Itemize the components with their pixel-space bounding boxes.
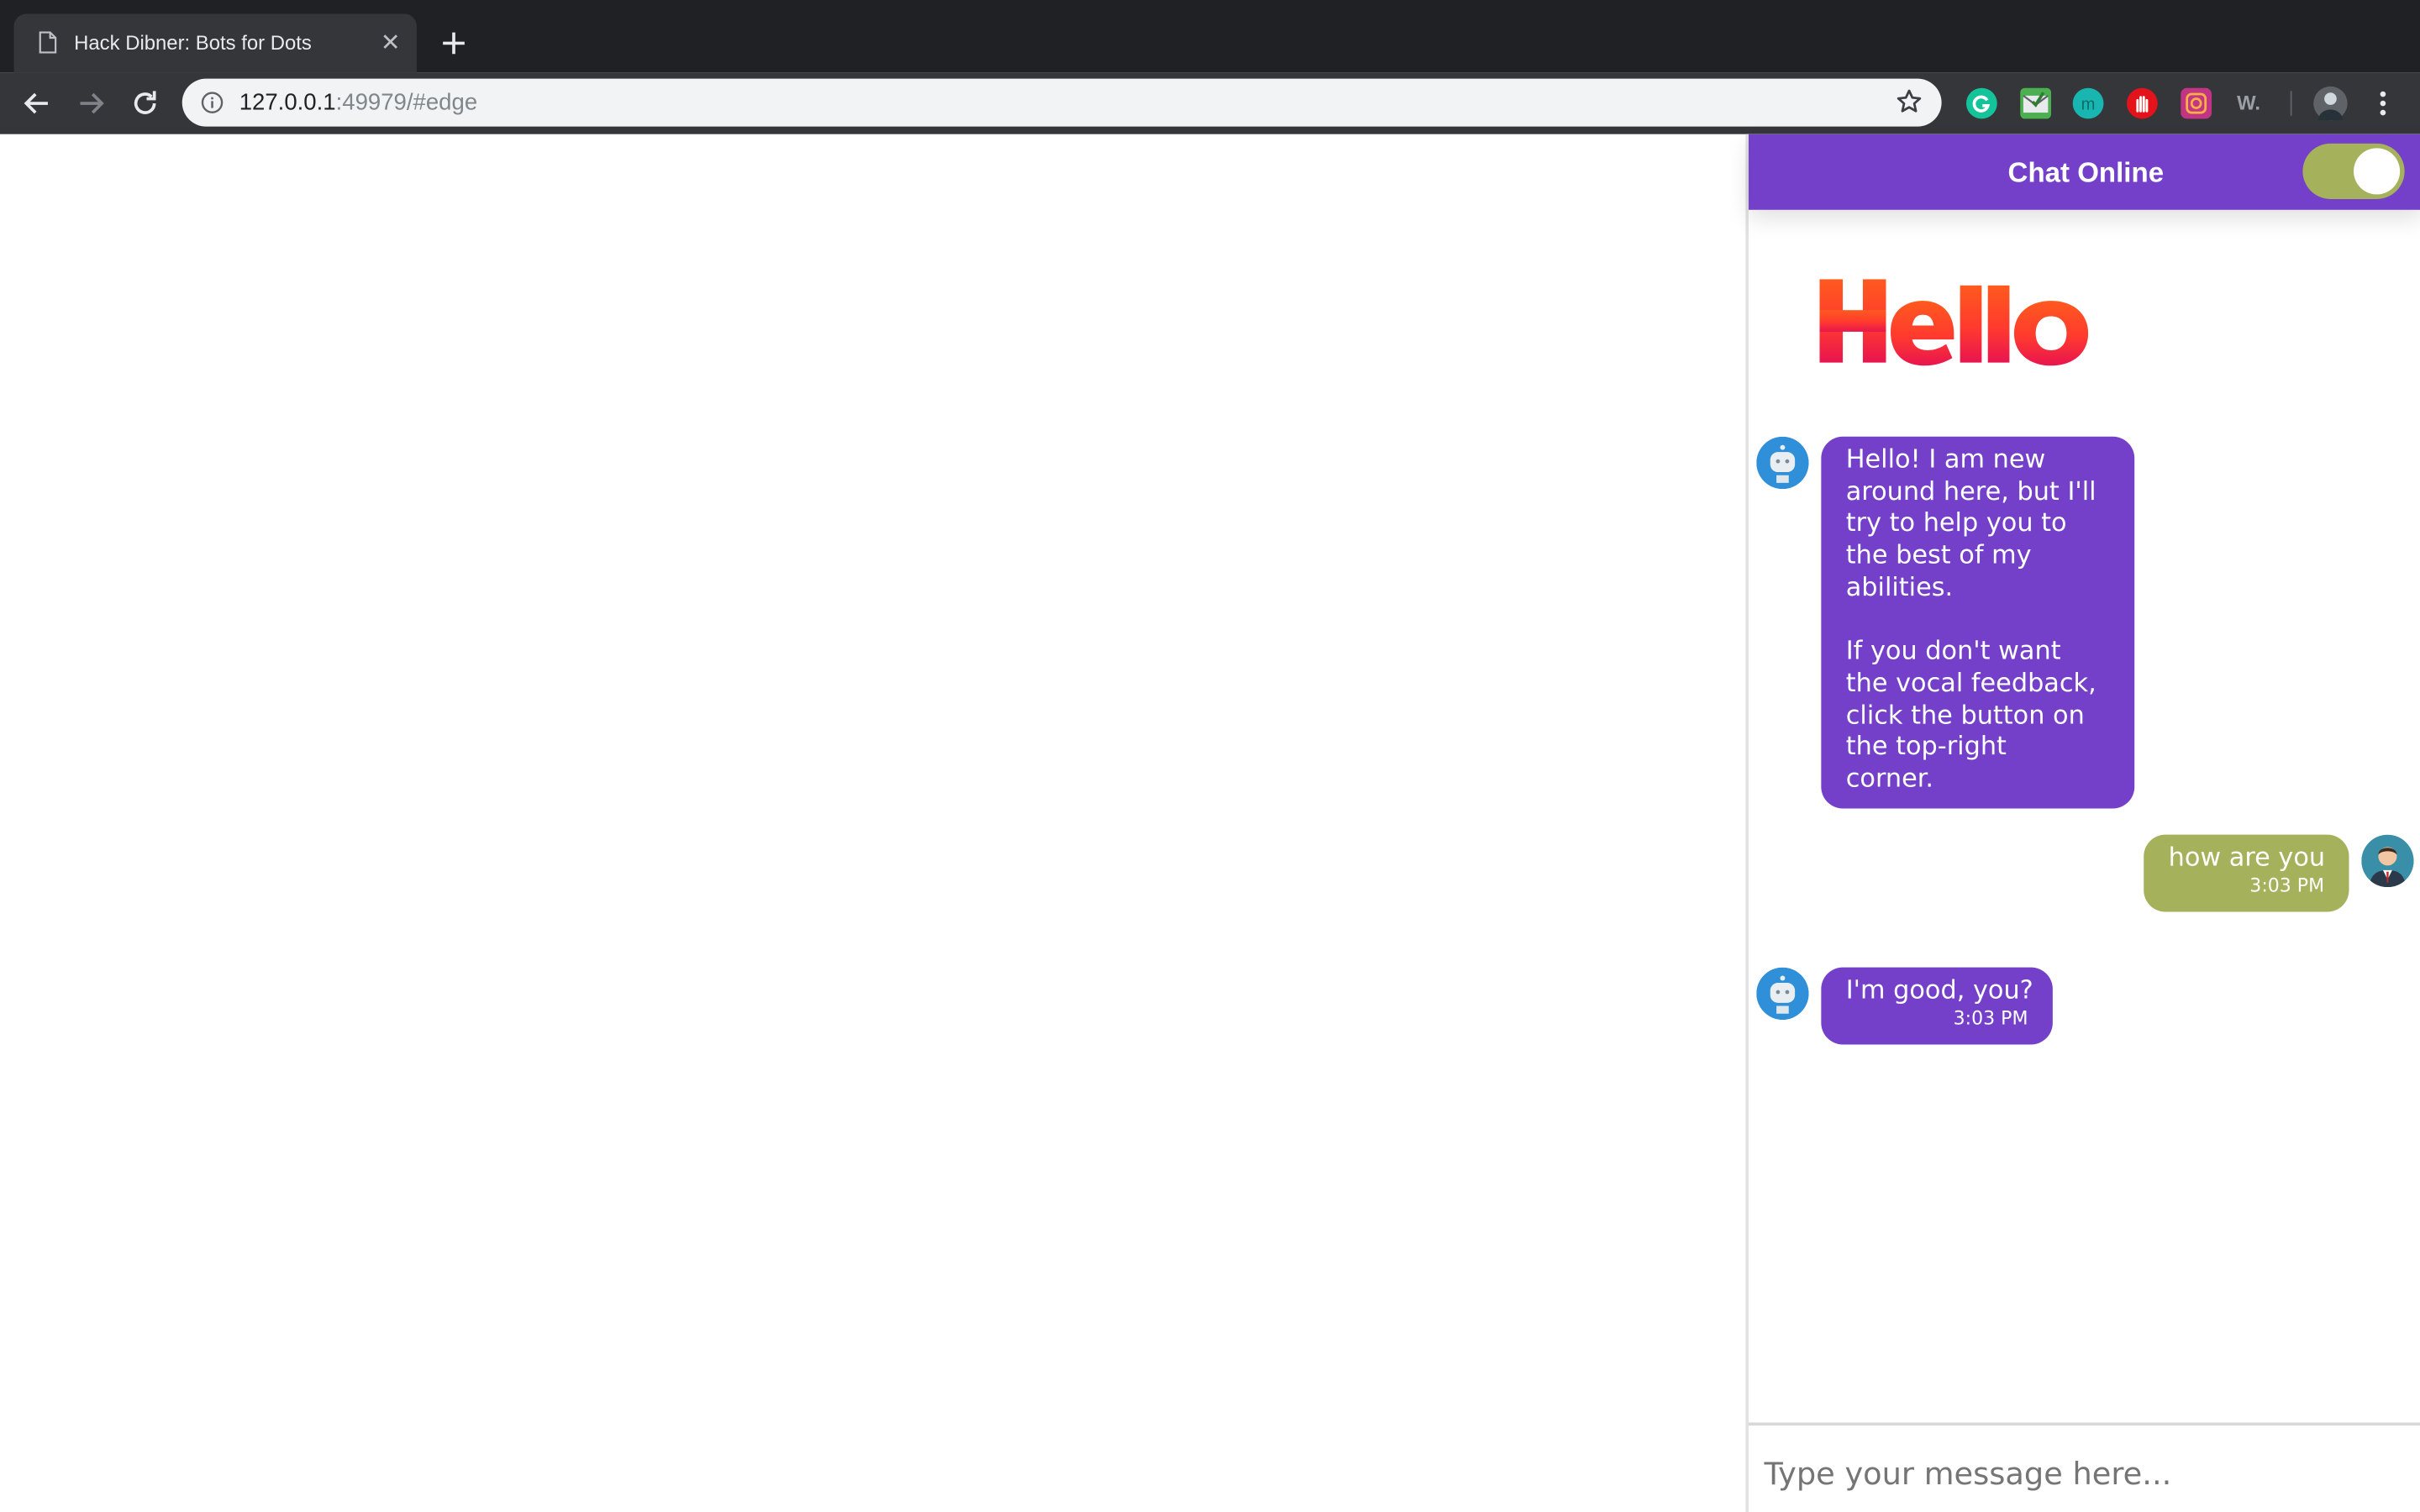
mail-extension-icon[interactable]	[2020, 87, 2052, 119]
bot-avatar-icon	[1756, 967, 1809, 1021]
message-timestamp: 3:03 PM	[2249, 874, 2325, 896]
message-text: I'm good, you?	[1845, 974, 2033, 1005]
address-bar[interactable]: 127.0.0.1:49979/#edge	[182, 78, 1942, 127]
voice-feedback-toggle[interactable]	[2302, 143, 2405, 199]
hand-extension-icon[interactable]	[2127, 87, 2158, 119]
back-arrow-icon[interactable]	[20, 87, 54, 120]
user-avatar-icon	[2361, 834, 2414, 888]
toolbar-divider	[2290, 91, 2292, 116]
message-line	[1846, 604, 2110, 636]
instagram-extension-icon[interactable]	[2181, 87, 2212, 119]
message-line: click the button on	[1845, 700, 2085, 730]
bot-avatar-icon	[1756, 436, 1809, 490]
message-line: the best of my	[1845, 540, 2032, 570]
svg-text:W.: W.	[2237, 92, 2260, 114]
bot-message-bubble: I'm good, you? 3:03 PM	[1821, 967, 2053, 1045]
message-line: If you don't want	[1845, 636, 2061, 666]
message-line: abilities.	[1845, 572, 1954, 601]
message-line: the vocal feedback,	[1845, 668, 2096, 698]
bookmark-star-icon[interactable]	[1896, 88, 1923, 116]
profile-avatar-icon[interactable]	[2313, 86, 2348, 121]
chat-header: Chat Online	[1749, 134, 2420, 210]
site-info-icon[interactable]	[201, 91, 224, 114]
new-tab-plus-icon[interactable]	[439, 28, 470, 59]
tab-title: Hack Dibner: Bots for Dots	[74, 30, 312, 55]
reload-icon[interactable]	[128, 87, 161, 120]
toggle-knob	[2354, 148, 2401, 195]
bot-message-bubble: Hello! I am new around here, but I'll tr…	[1821, 436, 2135, 809]
w-extension-icon[interactable]: W.	[2235, 88, 2266, 119]
message-line: the top-right	[1845, 732, 2007, 762]
svg-text:m: m	[2081, 95, 2096, 113]
close-tab-icon[interactable]	[378, 29, 402, 54]
browser-toolbar: 127.0.0.1:49979/#edge m W.	[0, 72, 2420, 134]
page-content: Chat Online Hello! I am new around here,…	[0, 134, 2420, 1512]
grammarly-icon[interactable]	[1965, 87, 1997, 119]
message-line: around here, but I'll	[1845, 476, 2096, 506]
browser-tab[interactable]: Hack Dibner: Bots for Dots	[13, 13, 417, 73]
message-text: how are you	[2168, 842, 2326, 872]
chat-panel: Chat Online Hello! I am new around here,…	[1745, 134, 2420, 1512]
user-message-bubble: how are you 3:03 PM	[2144, 834, 2349, 912]
page-icon	[39, 31, 57, 54]
message-line: corner.	[1845, 764, 1934, 794]
hello-logo	[1819, 279, 2089, 366]
message-line: try to help you to	[1845, 508, 2067, 538]
browser-tab-strip: Hack Dibner: Bots for Dots	[0, 0, 2420, 73]
message-input[interactable]	[1764, 1450, 2405, 1497]
kebab-menu-icon[interactable]	[2370, 88, 2395, 119]
message-composer	[1749, 1422, 2420, 1512]
message-timestamp: 3:03 PM	[1953, 1006, 2028, 1029]
url-text[interactable]: 127.0.0.1:49979/#edge	[239, 90, 477, 116]
message-line: Hello! I am new	[1845, 444, 2046, 474]
m-extension-icon[interactable]: m	[2072, 87, 2104, 119]
forward-arrow-icon[interactable]	[74, 87, 108, 120]
